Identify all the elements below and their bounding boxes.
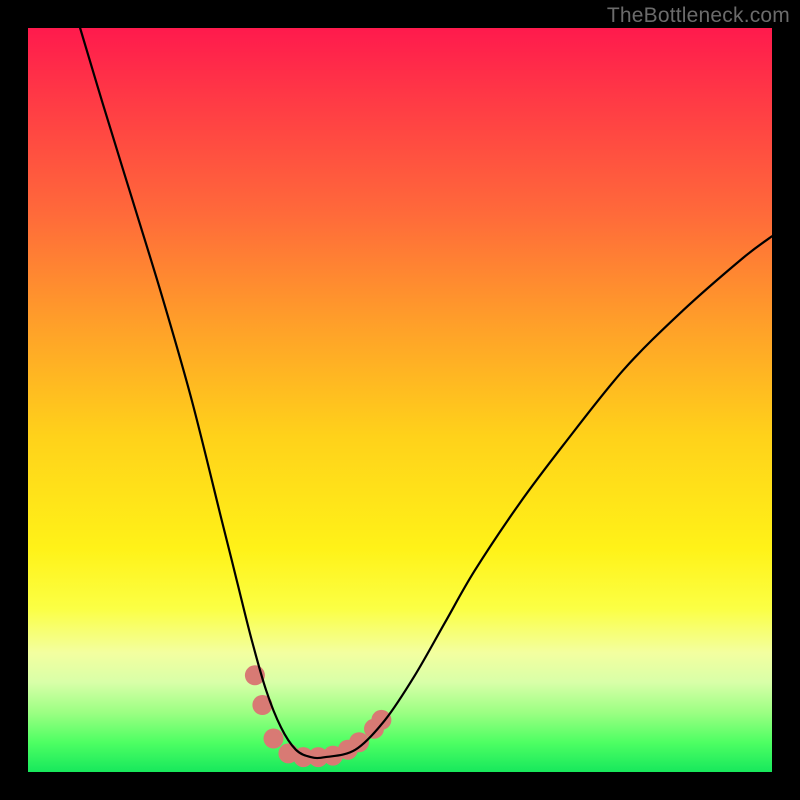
- plot-area: [28, 28, 772, 772]
- watermark-text: TheBottleneck.com: [607, 4, 790, 28]
- marker-dot: [371, 710, 391, 730]
- marker-dot: [264, 729, 284, 749]
- outer-frame: TheBottleneck.com: [0, 0, 800, 800]
- bottleneck-curve: [80, 28, 772, 758]
- marker-layer: [245, 665, 392, 767]
- chart-svg: [28, 28, 772, 772]
